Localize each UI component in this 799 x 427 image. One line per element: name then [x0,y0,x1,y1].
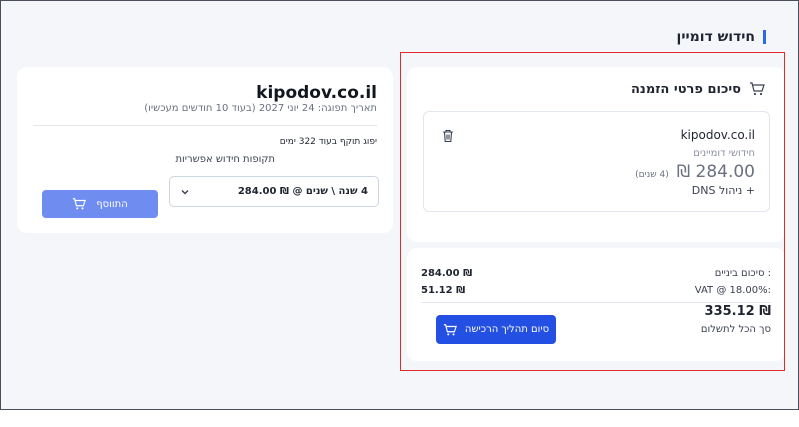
divider [33,125,377,126]
expire-note: יפוג תוקף בעוד 322 ימים [279,137,377,147]
renewal-period-select[interactable]: 4 שנה \ שנים @ ₪ 284.00 [169,176,379,207]
renewal-period-label: תקופות חידוש אפשריות [175,154,275,165]
cart-icon [73,198,87,210]
highlight-box [400,52,785,371]
added-button-label: התווסף [96,198,128,210]
page-frame: חידוש דומיין kipodov.co.il תאריך תפוגה: … [0,0,799,410]
section-heading: חידוש דומיין [677,29,766,45]
domain-name: kipodov.co.il [256,83,377,103]
added-button[interactable]: התווסף [42,190,158,218]
section-title: חידוש דומיין [676,29,755,45]
renewal-period-value: 4 שנה \ שנים @ ₪ 284.00 [237,186,368,197]
heading-accent-bar [763,30,766,44]
chevron-down-icon [181,189,189,194]
domain-renewal-card: kipodov.co.il תאריך תפוגה: 24 יוני 2027 … [17,67,393,233]
expiry-date: תאריך תפוגה: 24 יוני 2027 (בעוד 10 חודשי… [144,103,377,114]
